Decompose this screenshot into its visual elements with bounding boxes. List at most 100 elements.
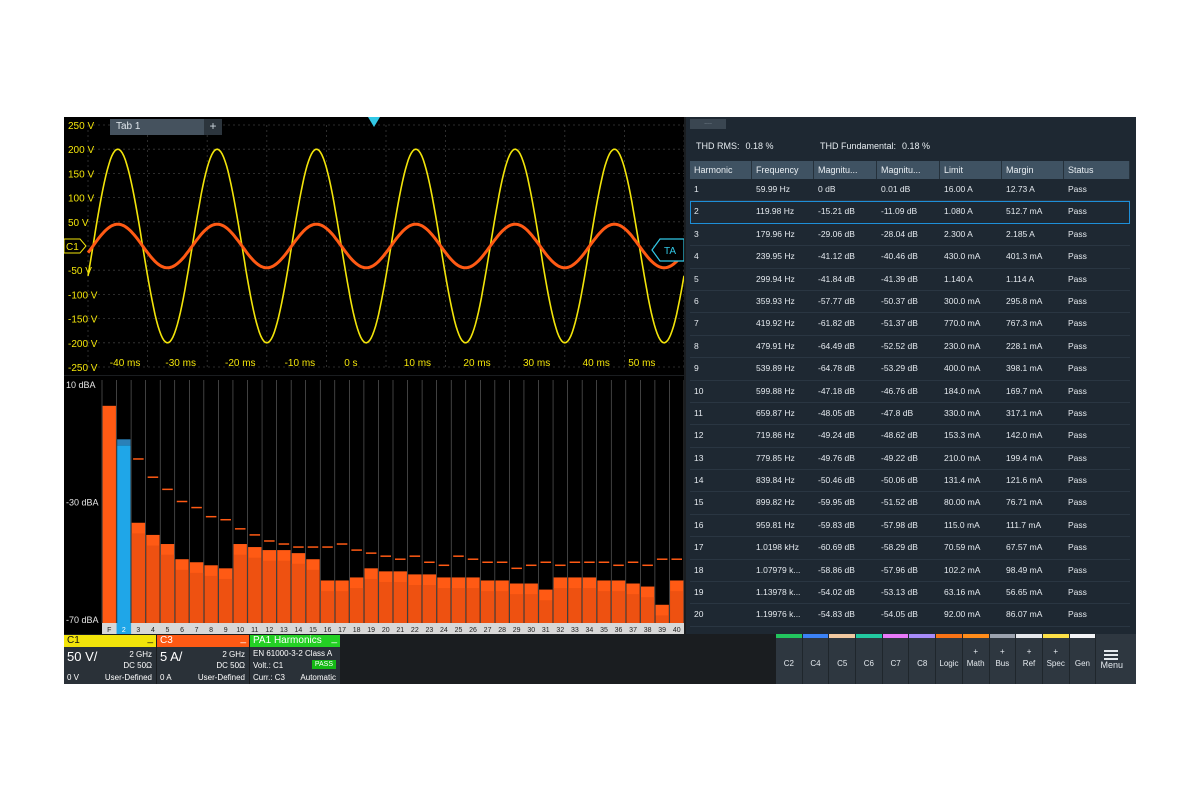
thd-rms: THD RMS: 0.18 % <box>696 141 774 151</box>
toolbar-button-ref[interactable]: + Ref <box>1016 634 1043 684</box>
column-header[interactable]: Harmonic <box>690 161 752 179</box>
table-row[interactable]: 13 779.85 Hz -49.76 dB -49.22 dB 210.0 mA 199… <box>690 448 1130 471</box>
table-cell: 86.07 mA <box>1006 609 1043 620</box>
minimize-icon[interactable]: _ <box>147 635 153 645</box>
harmonics-table[interactable]: Harmonic Frequency Magnitu... Magnitu... Lim… <box>690 161 1130 627</box>
table-row[interactable]: 3 179.96 Hz -29.06 dB -28.04 dB 2.300 A 2.185… <box>690 224 1130 247</box>
harmonic-bar-2[interactable] <box>117 445 131 623</box>
toolbar-button-c6[interactable]: C6 <box>856 634 883 684</box>
harmonic-bar-avg-35 <box>597 591 611 623</box>
table-row[interactable]: 6 359.93 Hz -57.77 dB -50.37 dB 300.0 mA 295.… <box>690 291 1130 314</box>
toolbar-button-c2[interactable]: C2 <box>776 634 803 684</box>
table-cell: 11 <box>694 407 703 418</box>
table-row[interactable]: 9 539.89 Hz -64.78 dB -53.29 dB 400.0 mA 398.… <box>690 358 1130 381</box>
color-stripe <box>776 634 802 638</box>
harmonic-bar-F[interactable] <box>102 405 116 623</box>
category-label: 34 <box>586 627 594 634</box>
category-label: 25 <box>455 627 463 634</box>
table-cell: Pass <box>1068 542 1087 553</box>
harmonic-bar-avg-6 <box>175 569 189 623</box>
plus-icon: + <box>973 647 978 656</box>
trigger-level-marker[interactable]: TA <box>651 238 684 262</box>
add-tab-button[interactable]: + <box>204 119 222 135</box>
column-header[interactable]: Status <box>1064 161 1130 179</box>
harmonics-plot[interactable]: 10 dBA-30 dBA-70 dBAF 2 3 4 5 6 7 8 9 10 11 12 13 14 1… <box>64 376 684 634</box>
toolbar-button-c5[interactable]: C5 <box>829 634 857 684</box>
table-cell: 67.57 mA <box>1006 542 1043 553</box>
waveform-grid <box>87 124 684 368</box>
table-row[interactable]: 16 959.81 Hz -59.83 dB -57.98 dB 115.0 mA 111… <box>690 515 1130 538</box>
toolbar-button-c7[interactable]: C7 <box>882 634 910 684</box>
harmonic-bar-avg-15 <box>306 569 320 623</box>
column-header[interactable]: Limit <box>940 161 1002 179</box>
toolbar-button-logic[interactable]: Logic <box>936 634 963 684</box>
minimize-icon[interactable]: _ <box>240 635 246 645</box>
harmonic-bar-avg-13 <box>277 560 291 623</box>
waveform-display[interactable]: 250 V200 V150 V100 V50 V0 V-50 V-100 V-1… <box>64 117 684 375</box>
table-cell: 4 <box>694 251 699 262</box>
svg-text:TA: TA <box>664 246 676 257</box>
channel-badge-c3[interactable]: C3 _ 5 A/ 2 GHz DC 50Ω 0 A User-Defined <box>157 635 249 684</box>
toolbar-button-c8[interactable]: C8 <box>909 634 937 684</box>
table-row[interactable]: 10 599.88 Hz -47.18 dB -46.76 dB 184.0 mA 169… <box>690 381 1130 403</box>
column-header[interactable]: Magnitu... <box>877 161 940 179</box>
table-cell: Pass <box>1068 519 1087 530</box>
toolbar-button-c4[interactable]: C4 <box>802 634 830 684</box>
table-cell: Pass <box>1068 184 1087 194</box>
trigger-position-icon[interactable] <box>368 117 380 127</box>
channel-badge-c1[interactable]: C1 _ 50 V/ 2 GHz DC 50Ω 0 V User-Defined <box>64 635 156 684</box>
waveform-plot[interactable]: 250 V200 V150 V100 V50 V0 V-50 V-100 V-1… <box>64 117 684 375</box>
column-header[interactable]: Frequency <box>752 161 814 179</box>
table-row[interactable]: 18 1.07979 k... -58.86 dB -57.96 dB 102.2 mA… <box>690 560 1130 583</box>
column-header[interactable]: Magnitu... <box>814 161 877 179</box>
table-body[interactable]: 1 59.99 Hz 0 dB 0.01 dB 16.00 A 12.73 A Pass 2 1… <box>690 179 1130 627</box>
table-cell: 10 <box>694 385 704 396</box>
harmonic-bar-avg-8 <box>204 575 218 623</box>
tab-1[interactable]: Tab 1 <box>110 119 204 135</box>
minimize-icon[interactable]: _ <box>331 635 337 645</box>
table-row[interactable]: 19 1.13978 k... -54.02 dB -53.13 dB 63.16 mA… <box>690 582 1130 605</box>
table-row[interactable]: 8 479.91 Hz -64.49 dB -52.52 dB 230.0 mA 228.… <box>690 336 1130 359</box>
table-cell: -49.24 dB <box>818 430 855 441</box>
column-header[interactable]: Margin <box>1002 161 1064 179</box>
pa1-standard: EN 61000-3-2 Class A <box>253 649 333 658</box>
menu-button[interactable]: Menu <box>1096 634 1127 684</box>
x-axis-label: 0 s <box>344 358 357 369</box>
table-row[interactable]: 15 899.82 Hz -59.95 dB -51.52 dB 80.00 mA 76.… <box>690 492 1130 515</box>
table-cell: Pass <box>1068 340 1087 351</box>
plus-icon: + <box>1026 647 1032 656</box>
y-axis-label: -30 dBA <box>66 498 99 508</box>
table-cell: 300.0 mA <box>944 295 981 306</box>
table-row[interactable]: 14 839.84 Hz -50.46 dB -50.06 dB 131.4 mA 121… <box>690 470 1130 493</box>
toolbar-button-bus[interactable]: + Bus <box>989 634 1017 684</box>
table-cell: -47.8 dB <box>881 407 914 418</box>
table-row[interactable]: 12 719.86 Hz -49.24 dB -48.62 dB 153.3 mA 142… <box>690 425 1130 448</box>
table-cell: 179.96 Hz <box>756 228 795 239</box>
toolbar-button-math[interactable]: + Math <box>962 634 990 684</box>
category-label: 22 <box>411 627 419 634</box>
table-row[interactable]: 4 239.95 Hz -41.12 dB -40.46 dB 430.0 mA 401.… <box>690 246 1130 269</box>
harmonic-bar-avg-27 <box>480 591 495 623</box>
table-cell: -28.04 dB <box>881 228 918 239</box>
table-row[interactable]: 7 419.92 Hz -61.82 dB -51.37 dB 770.0 mA 767.… <box>690 313 1130 336</box>
pa1-current-source: Curr.: C3 <box>253 673 286 682</box>
harmonic-bar-avg-17 <box>335 591 349 623</box>
table-cell: 330.0 mA <box>944 407 981 418</box>
table-row[interactable]: 11 659.87 Hz -48.05 dB -47.8 dB 330.0 mA 317.… <box>690 403 1130 426</box>
table-cell: 659.87 Hz <box>756 407 795 418</box>
table-row[interactable]: 2 119.98 Hz -15.21 dB -11.09 dB 1.080 A 512.7… <box>690 201 1130 224</box>
table-row[interactable]: 5 299.94 Hz -41.84 dB -41.39 dB 1.140 A 1.114… <box>690 269 1130 291</box>
toolbar-button-spec[interactable]: + Spec <box>1042 634 1070 684</box>
harmonic-bar-avg-21 <box>393 581 407 623</box>
table-row[interactable]: 1 59.99 Hz 0 dB 0.01 dB 16.00 A 12.73 A Pass <box>690 179 1130 202</box>
toolbar-button-gen[interactable]: Gen <box>1069 634 1097 684</box>
results-tab[interactable]: .... <box>690 119 726 129</box>
harmonics-bar-chart[interactable]: 10 dBA -30 dBA -70 dBA F 2 3 4 5 6 7 8 9 10 11 12 13 14 1… <box>64 376 684 634</box>
x-axis-label: -10 ms <box>285 358 316 369</box>
thd-rms-label: THD RMS: <box>696 141 740 151</box>
measurement-badge-pa1[interactable]: PA1 Harmonics _ EN 61000-3-2 Class A Vol… <box>250 635 340 684</box>
table-row[interactable]: 20 1.19976 k... -54.83 dB -54.05 dB 92.00 mA… <box>690 604 1130 627</box>
table-row[interactable]: 17 1.0198 kHz -60.69 dB -58.29 dB 70.59 mA 67… <box>690 537 1130 560</box>
category-label: 35 <box>600 627 608 634</box>
table-cell: Pass <box>1068 475 1087 486</box>
